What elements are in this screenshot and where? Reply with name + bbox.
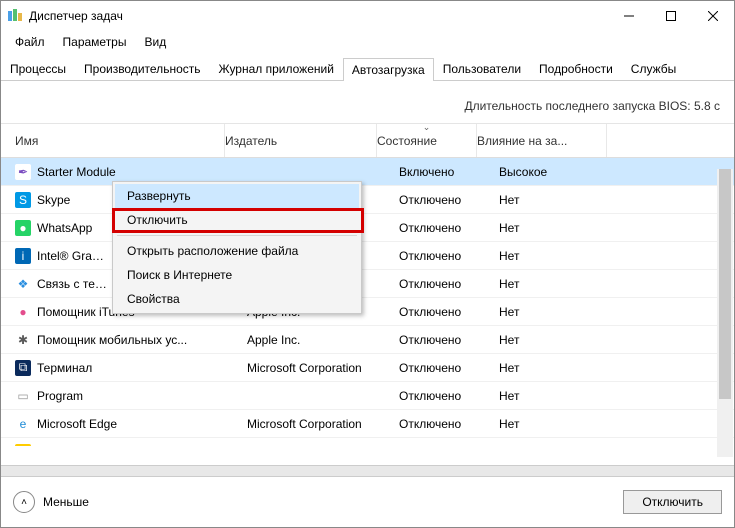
cell-name: Помощник мобильных ус... <box>37 333 247 347</box>
context-separator <box>117 235 357 236</box>
context-disable[interactable]: Отключить <box>115 208 359 232</box>
cell-impact: Нет <box>499 417 629 431</box>
cell-impact: Нет <box>499 389 629 403</box>
cell-publisher: Microsoft Corporation <box>247 361 399 375</box>
cell-state: Отключено <box>399 389 499 403</box>
table-row[interactable]: ●Помощник iTunesApple Inc.ОтключеноНет <box>1 298 734 326</box>
fewer-details-toggle[interactable]: ˄ Меньше <box>13 491 89 513</box>
cell-state: Отключено <box>399 417 499 431</box>
tab-users[interactable]: Пользователи <box>434 57 530 80</box>
context-expand[interactable]: Развернуть <box>115 184 359 208</box>
titlebar: Диспетчер задач <box>1 1 734 31</box>
app-icon <box>7 8 23 24</box>
table-header: Имя Издатель ⌄ Состояние Влияние на за..… <box>1 124 734 158</box>
sort-indicator-icon: ⌄ <box>423 122 431 133</box>
cell-state: Отключено <box>399 193 499 207</box>
cell-name: YandexDisk2 <box>37 445 247 447</box>
cell-publisher: Microsoft Corporation <box>247 417 399 431</box>
cell-impact: Нет <box>499 445 629 447</box>
app-row-icon: S <box>15 192 31 208</box>
chevron-up-icon: ˄ <box>13 491 35 513</box>
window-title: Диспетчер задач <box>29 9 608 23</box>
cell-impact: Нет <box>499 305 629 319</box>
context-search-online[interactable]: Поиск в Интернете <box>115 263 359 287</box>
app-row-icon: ▭ <box>15 388 31 404</box>
app-row-icon: ● <box>15 304 31 320</box>
cell-state: Отключено <box>399 445 499 447</box>
app-row-icon: ▦ <box>15 444 31 447</box>
table-row[interactable]: ✱ Помощник мобильных ус...Apple Inc.Отклю… <box>1 326 734 354</box>
cell-name: Microsoft Edge <box>37 417 247 431</box>
cell-state: Отключено <box>399 277 499 291</box>
cell-impact: Нет <box>499 221 629 235</box>
col-name[interactable]: Имя <box>15 124 225 157</box>
footer: ˄ Меньше Отключить <box>1 465 734 527</box>
col-state[interactable]: ⌄ Состояние <box>377 124 477 157</box>
tab-details[interactable]: Подробности <box>530 57 622 80</box>
cell-impact: Нет <box>499 361 629 375</box>
col-impact[interactable]: Влияние на за... <box>477 124 607 157</box>
cell-publisher: Apple Inc. <box>247 333 399 347</box>
app-row-icon: e <box>15 416 31 432</box>
context-properties[interactable]: Свойства <box>115 287 359 311</box>
minimize-button[interactable] <box>608 1 650 31</box>
disable-button[interactable]: Отключить <box>623 490 722 514</box>
app-row-icon: ⧉ <box>15 360 31 376</box>
cell-name: Starter Module <box>37 165 247 179</box>
tab-startup[interactable]: Автозагрузка <box>343 58 434 81</box>
app-row-icon: ● <box>15 220 31 236</box>
col-publisher[interactable]: Издатель <box>225 124 377 157</box>
tab-services[interactable]: Службы <box>622 57 685 80</box>
cell-impact: Нет <box>499 249 629 263</box>
vertical-scrollbar[interactable] <box>717 169 733 457</box>
app-row-icon: ❖ <box>15 276 31 292</box>
context-open-location[interactable]: Открыть расположение файла <box>115 239 359 263</box>
table-row[interactable]: ✒ Starter Module ВключеноВысокое <box>1 158 734 186</box>
menubar: Файл Параметры Вид <box>1 31 734 53</box>
menu-file[interactable]: Файл <box>7 33 53 51</box>
startup-table: Имя Издатель ⌄ Состояние Влияние на за..… <box>1 123 734 446</box>
tab-processes[interactable]: Процессы <box>1 57 75 80</box>
app-row-icon: ✒ <box>15 164 31 180</box>
table-row[interactable]: e Microsoft EdgeMicrosoft CorporationОткл… <box>1 410 734 438</box>
bios-boot-time-label: Длительность последнего запуска BIOS: 5.… <box>1 81 734 123</box>
fewer-details-label: Меньше <box>43 495 89 509</box>
context-menu: Развернуть Отключить Открыть расположени… <box>112 181 362 314</box>
table-row[interactable]: ⧉ ТерминалMicrosoft CorporationОтключеноН… <box>1 354 734 382</box>
cell-impact: Нет <box>499 277 629 291</box>
table-row[interactable]: ▭ Program ОтключеноНет <box>1 382 734 410</box>
app-row-icon: i <box>15 248 31 264</box>
tab-apphistory[interactable]: Журнал приложений <box>210 57 343 80</box>
tab-performance[interactable]: Производительность <box>75 57 209 80</box>
cell-impact: Нет <box>499 333 629 347</box>
table-row[interactable]: iIntel® Gra…ОтключеноНет <box>1 242 734 270</box>
cell-impact: Нет <box>499 193 629 207</box>
table-row[interactable]: SSkypeОтключеноНет <box>1 186 734 214</box>
scrollbar-thumb[interactable] <box>719 169 731 399</box>
cell-name: Program <box>37 389 247 403</box>
footer-divider <box>1 465 734 477</box>
cell-impact: Высокое <box>499 165 629 179</box>
cell-state: Отключено <box>399 361 499 375</box>
cell-state: Отключено <box>399 333 499 347</box>
close-button[interactable] <box>692 1 734 31</box>
cell-name: Терминал <box>37 361 247 375</box>
table-row[interactable]: ●WhatsAppОтключеноНет <box>1 214 734 242</box>
maximize-button[interactable] <box>650 1 692 31</box>
cell-state: Отключено <box>399 305 499 319</box>
cell-state: Отключено <box>399 249 499 263</box>
table-row[interactable]: ❖Связь с те…ОтключеноНет <box>1 270 734 298</box>
menu-view[interactable]: Вид <box>136 33 174 51</box>
app-row-icon: ✱ <box>15 332 31 348</box>
cell-state: Включено <box>399 165 499 179</box>
menu-options[interactable]: Параметры <box>55 33 135 51</box>
table-row[interactable]: ▦ YandexDisk2 ОтключеноНет <box>1 438 734 446</box>
cell-state: Отключено <box>399 221 499 235</box>
tabbar: Процессы Производительность Журнал прило… <box>1 57 734 81</box>
